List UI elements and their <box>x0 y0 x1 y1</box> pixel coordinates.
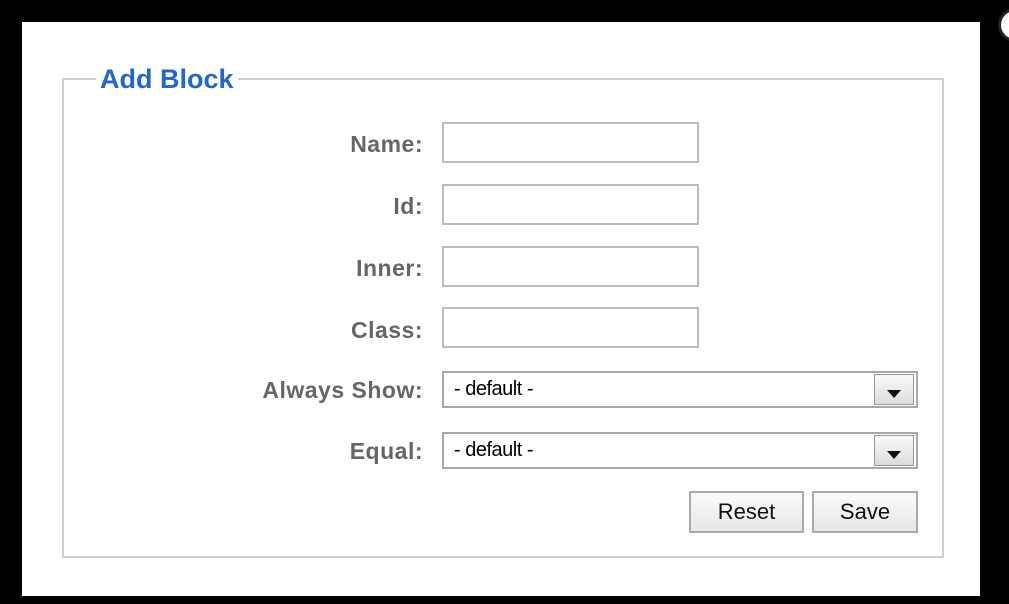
name-label: Name: <box>350 131 423 157</box>
equal-selected-value: - default - <box>454 439 533 461</box>
equal-label: Equal: <box>349 438 423 464</box>
always-show-select[interactable]: - default - <box>442 371 918 408</box>
equal-select[interactable]: - default - <box>442 432 918 469</box>
id-label: Id: <box>393 193 423 219</box>
class-label: Class: <box>350 317 423 343</box>
save-button[interactable]: Save <box>812 491 918 533</box>
class-input[interactable] <box>442 307 699 348</box>
name-input[interactable] <box>442 122 699 163</box>
always-show-selected-value: - default - <box>454 378 533 400</box>
close-button[interactable]: × <box>998 8 1009 42</box>
inner-input[interactable] <box>442 246 699 287</box>
id-input[interactable] <box>442 184 699 225</box>
chevron-down-icon <box>887 390 901 398</box>
chevron-down-icon <box>887 451 901 459</box>
reset-button[interactable]: Reset <box>689 491 804 533</box>
equal-dropdown-button[interactable] <box>874 435 914 466</box>
always-show-label: Always Show: <box>262 377 423 403</box>
dialog-title: Add Block <box>100 64 234 94</box>
inner-label: Inner: <box>356 255 423 281</box>
always-show-dropdown-button[interactable] <box>874 374 914 405</box>
